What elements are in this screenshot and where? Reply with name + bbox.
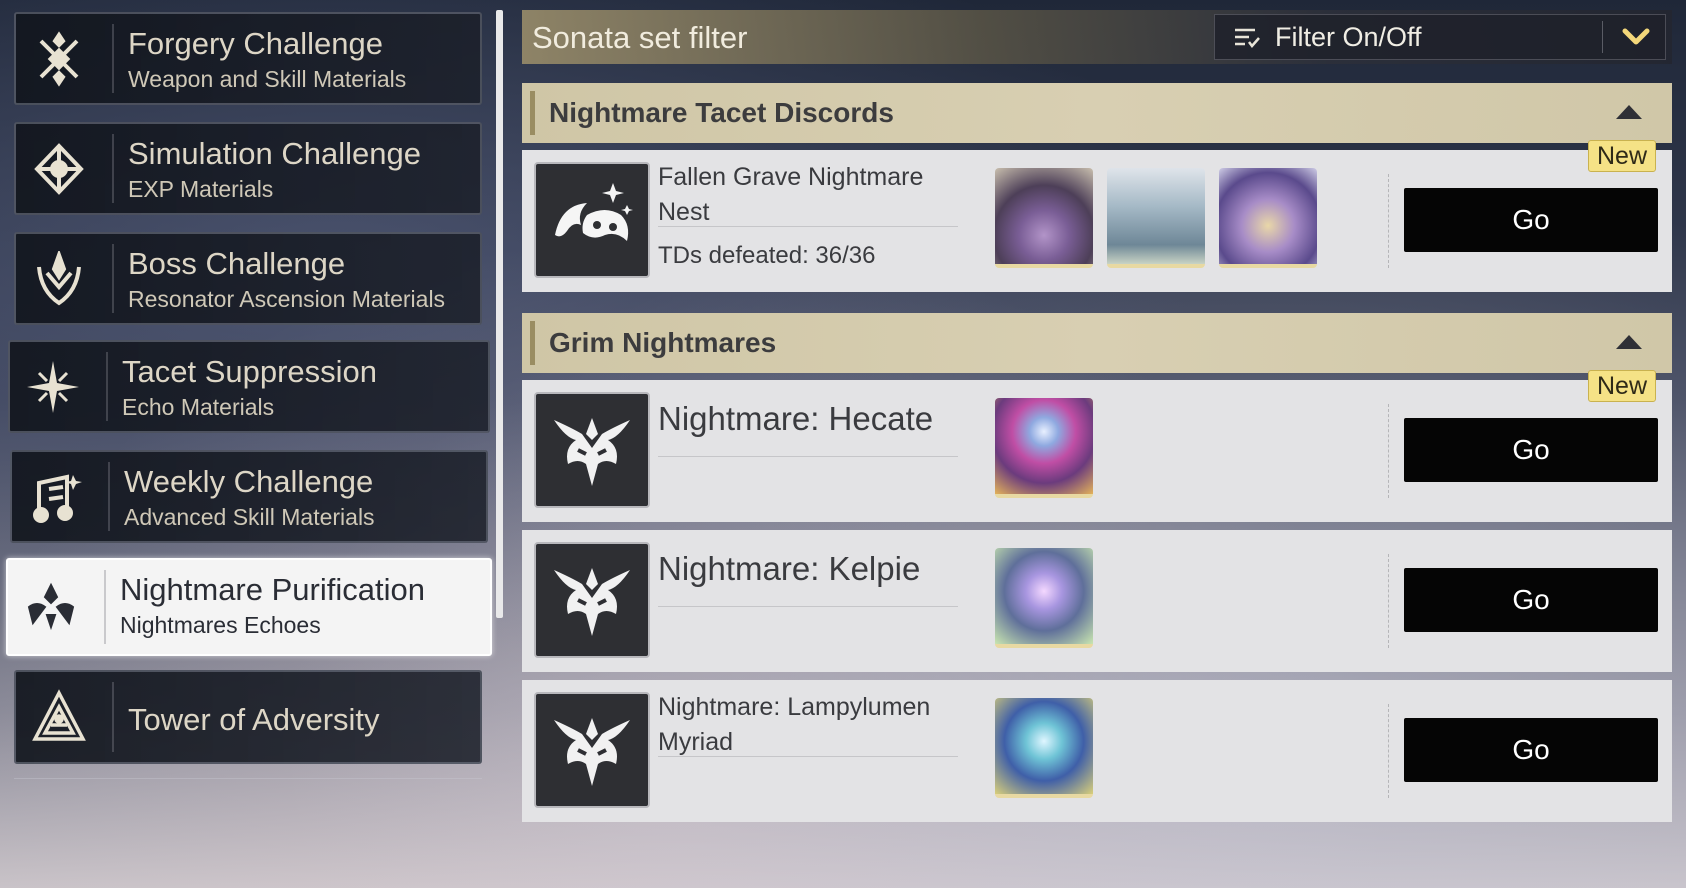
menu-separator [108, 462, 110, 531]
menu-item-title: Forgery Challenge [128, 26, 384, 61]
card-vertical-divider [1388, 404, 1389, 498]
menu-item-subtitle: Advanced Skill Materials [124, 504, 375, 530]
menu-item-subtitle: Weapon and Skill Materials [128, 66, 407, 92]
menu-item-simulation-challenge[interactable]: Simulation Challenge EXP Materials [14, 122, 482, 215]
menu-item-title: Tower of Adversity [128, 702, 380, 737]
filter-title: Sonata set filter [532, 20, 748, 55]
enemy-thumbnails [995, 548, 1093, 648]
nightmare-card-hecate: Nightmare: Hecate Go New [522, 370, 1672, 522]
chevron-down-icon [1621, 25, 1651, 54]
filter-toggle-dropdown[interactable]: Filter On/Off [1214, 14, 1666, 60]
nightmare-icon [8, 560, 94, 654]
forgery-icon [16, 14, 102, 103]
go-button[interactable]: Go [1404, 418, 1658, 482]
menu-separator [112, 244, 114, 313]
menu-separator [106, 352, 108, 421]
nightmare-name: Fallen Grave Nightmare Nest [658, 163, 924, 226]
nightmare-card-kelpie: Nightmare: Kelpie Go [522, 530, 1672, 672]
section-title: Nightmare Tacet Discords [549, 97, 894, 128]
filter-list-icon [1233, 27, 1261, 54]
menu-separator [112, 24, 114, 93]
menu-item-weekly-challenge[interactable]: Weekly Challenge Advanced Skill Material… [10, 450, 488, 543]
card-divider [658, 756, 958, 757]
section-accent-bar [530, 91, 535, 135]
menu-item-forgery-challenge[interactable]: Forgery Challenge Weapon and Skill Mater… [14, 12, 482, 105]
nightmare-card-fallen-grave: Fallen Grave Nightmare Nest TDs defeated… [522, 140, 1672, 292]
filter-separator [1602, 21, 1603, 53]
menu-item-tacet-suppression[interactable]: Tacet Suppression Echo Materials [8, 340, 490, 433]
section-accent-bar [530, 321, 535, 365]
tds-defeated-progress: TDs defeated: 36/36 [658, 242, 876, 269]
section-title: Grim Nightmares [549, 327, 777, 358]
new-badge: New [1588, 370, 1656, 402]
nightmare-card-lampylumen-myriad: Nightmare: Lampylumen Myriad Go [522, 680, 1672, 822]
menu-separator [112, 682, 114, 752]
enemy-portrait[interactable] [1219, 168, 1317, 268]
menu-item-subtitle: Echo Materials [122, 394, 275, 420]
card-divider [658, 456, 958, 457]
menu-item-title: Nightmare Purification [120, 572, 425, 607]
menu-item-title: Tacet Suppression [122, 354, 378, 389]
enemy-portrait[interactable] [995, 548, 1093, 648]
tower-icon [16, 672, 102, 762]
enemy-portrait[interactable] [995, 398, 1093, 498]
menu-item-title: Weekly Challenge [124, 464, 374, 499]
menu-separator [104, 570, 106, 644]
menu-item-nightmare-purification[interactable]: Nightmare Purification Nightmares Echoes [6, 558, 492, 656]
nightmare-name: Nightmare: Lampylumen Myriad [658, 693, 931, 756]
enemy-thumbnails [995, 168, 1317, 268]
menu-separator [112, 134, 114, 203]
menu-item-title: Simulation Challenge [128, 136, 421, 171]
card-vertical-divider [1388, 174, 1389, 268]
menu-item-boss-challenge[interactable]: Boss Challenge Resonator Ascension Mater… [14, 232, 482, 325]
enemy-portrait[interactable] [1107, 168, 1205, 268]
menu-divider [14, 778, 482, 779]
simulation-icon [16, 124, 102, 213]
nightmare-name: Nightmare: Hecate [658, 400, 934, 437]
filter-toggle-label: Filter On/Off [1275, 22, 1422, 52]
menu-item-title: Boss Challenge [128, 246, 346, 281]
card-divider [658, 606, 958, 607]
grim-nightmare-emblem-icon [534, 392, 650, 508]
card-vertical-divider [1388, 554, 1389, 648]
menu-item-subtitle: Nightmares Echoes [120, 612, 321, 638]
go-button[interactable]: Go [1404, 188, 1658, 252]
weekly-icon [12, 452, 98, 541]
new-badge: New [1588, 140, 1656, 172]
menu-item-tower-of-adversity[interactable]: Tower of Adversity [14, 670, 482, 764]
go-button[interactable]: Go [1404, 568, 1658, 632]
card-vertical-divider [1388, 704, 1389, 798]
go-button[interactable]: Go [1404, 718, 1658, 782]
boss-icon [16, 234, 102, 323]
collapse-triangle-icon[interactable] [1616, 105, 1642, 119]
menu-scrollbar[interactable] [496, 10, 503, 618]
tacet-star-icon [10, 342, 96, 431]
grim-nightmare-emblem-icon [534, 692, 650, 808]
section-header-grim-nightmares[interactable]: Grim Nightmares [522, 313, 1672, 373]
enemy-thumbnails [995, 698, 1093, 798]
nightmare-name: Nightmare: Kelpie [658, 550, 921, 587]
card-divider [658, 226, 958, 227]
enemy-portrait[interactable] [995, 168, 1093, 268]
grim-nightmare-emblem-icon [534, 542, 650, 658]
section-header-tacet-discords[interactable]: Nightmare Tacet Discords [522, 83, 1672, 143]
menu-item-subtitle: Resonator Ascension Materials [128, 286, 446, 312]
sonata-filter-bar: Sonata set filter Filter On/Off [522, 10, 1672, 64]
enemy-thumbnails [995, 398, 1093, 498]
menu-item-subtitle: EXP Materials [128, 176, 274, 202]
collapse-triangle-icon[interactable] [1616, 335, 1642, 349]
tacet-discord-emblem-icon [534, 162, 650, 278]
enemy-portrait[interactable] [995, 698, 1093, 798]
